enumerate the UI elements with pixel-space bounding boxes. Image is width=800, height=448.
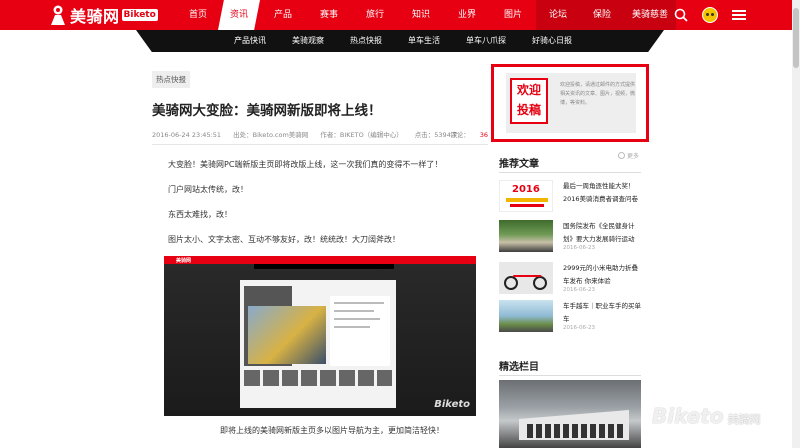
nav-item[interactable]: 首页 <box>178 0 218 30</box>
recommended-thumb[interactable]: 2016 <box>499 180 553 212</box>
image-header-bar: 美骑网 <box>164 256 476 264</box>
subnav-item[interactable]: 好骑心日报 <box>532 30 572 52</box>
recommended-title-text[interactable]: 最后一周角逐性能大奖！2016美骑消费者调查问卷 <box>563 180 641 206</box>
thumb-year: 2016 <box>512 184 540 195</box>
article-author: 作者：BIKETO（编辑中心） <box>320 131 403 139</box>
contribute-stamp: 欢迎 投稿 <box>510 78 548 124</box>
stamp-line2: 投稿 <box>516 103 541 117</box>
image-text-line <box>334 310 374 312</box>
comments-link[interactable]: 评论： 36 <box>450 129 488 139</box>
image-text-line <box>334 302 384 304</box>
article-meta: 2016-06-24 23:45:51 出处：Biketo.com美骑网 作者：… <box>152 129 488 139</box>
recommended-thumb[interactable] <box>499 220 553 252</box>
logo-name: 美骑网 <box>70 7 120 26</box>
top-actions <box>674 0 746 30</box>
image-watermark: Biketo <box>434 399 470 410</box>
recommended-item[interactable]: 2016 最后一周角逐性能大奖！2016美骑消费者调查问卷 <box>499 180 641 214</box>
recommended-title-text[interactable]: 车手越车｜职业车手的买单车 <box>563 300 641 326</box>
subnav-item[interactable]: 美骑观察 <box>292 30 324 52</box>
featured-image[interactable] <box>499 380 641 448</box>
image-hero-photo <box>248 306 326 364</box>
rider-logo-icon <box>48 4 68 26</box>
scrollbar[interactable] <box>792 0 800 448</box>
search-icon[interactable] <box>674 8 688 22</box>
image-subnav <box>254 264 394 269</box>
article-paragraph: 门户网站太传统，改！ <box>168 185 248 194</box>
section-divider <box>499 375 641 376</box>
comments-label: 评论： <box>450 131 470 139</box>
page-watermark: Biketo 美骑网 <box>652 404 761 428</box>
article-paragraph: 东西太难找，改！ <box>168 210 232 219</box>
recommended-title: 推荐文章 <box>499 159 539 170</box>
nav-item[interactable]: 美骑慈善 <box>624 0 676 30</box>
article-title: 美骑网大变脸：美骑网新版即将上线！ <box>152 103 382 119</box>
nav-item[interactable]: 旅行 <box>352 0 398 30</box>
contribute-text: 欢迎投稿，请通过邮件的方式提供相关资讯的文章、图片，视频，微博，等资料。 <box>560 82 636 106</box>
nav-item[interactable]: 保险 <box>580 0 624 30</box>
nav-item[interactable]: 资讯 <box>218 0 260 30</box>
image-side-panel <box>330 296 390 366</box>
scrollbar-thumb[interactable] <box>793 8 799 68</box>
more-label: 更多 <box>627 153 640 160</box>
watermark-text: Biketo <box>652 404 724 428</box>
stamp-line1: 欢迎 <box>516 83 541 97</box>
subnav-item[interactable]: 单车生活 <box>408 30 440 52</box>
recommended-date: 2016-06-23 <box>563 287 595 293</box>
top-navbar: 美骑网 Biketo 首页 资讯 产品 赛事 旅行 知识 业界 图片 论坛 保险 美骑慈善 <box>0 0 800 30</box>
recommended-thumb[interactable] <box>499 300 553 332</box>
recommended-thumb[interactable] <box>499 262 553 294</box>
title-divider <box>152 144 488 145</box>
watermark-cn: 美骑网 <box>727 413 761 426</box>
article-date: 2016-06-24 23:45:51 <box>152 131 222 139</box>
subnav-item[interactable]: 单车八爪探 <box>466 30 506 52</box>
image-text-line <box>334 326 370 328</box>
subnav-item[interactable]: 产品快讯 <box>234 30 266 52</box>
article-category-tag[interactable]: 热点快报 <box>152 71 190 88</box>
featured-windows <box>527 424 623 438</box>
recommended-item[interactable]: 国务院发布《全民健身计划》要大力发展骑行运动 2016-06-23 <box>499 220 641 254</box>
nav-item[interactable]: 产品 <box>260 0 306 30</box>
nav-item[interactable]: 赛事 <box>306 0 352 30</box>
sub-nav: 产品快讯 美骑观察 热点快报 单车生活 单车八爪探 好骑心日报 <box>234 30 598 52</box>
image-caption: 即将上线的美骑网新版主页多以图片导航为主，更加简洁轻快！ <box>220 426 444 435</box>
image-thumb-row <box>244 370 392 386</box>
subnav-item[interactable]: 热点快报 <box>350 30 382 52</box>
logo-badge: Biketo <box>121 9 158 21</box>
site-logo[interactable]: 美骑网 Biketo <box>48 3 158 27</box>
recommended-title-text[interactable]: 国务院发布《全民健身计划》要大力发展骑行运动 <box>563 220 641 246</box>
thumb-bar <box>510 204 544 207</box>
recommended-item[interactable]: 车手越车｜职业车手的买单车 2016-06-23 <box>499 300 641 334</box>
user-avatar[interactable] <box>702 7 718 23</box>
recommended-date: 2016-06-23 <box>563 245 595 251</box>
contribute-banner[interactable]: 欢迎 投稿 欢迎投稿，请通过邮件的方式提供相关资讯的文章、图片，视频，微博，等资… <box>491 64 649 142</box>
nav-item[interactable]: 论坛 <box>536 0 580 30</box>
image-text-line <box>334 318 380 320</box>
image-logo: 美骑网 <box>176 258 192 264</box>
article-source: 出处：Biketo.com美骑网 <box>233 131 309 139</box>
more-icon <box>618 152 625 159</box>
more-link[interactable]: 更多 <box>618 151 639 160</box>
menu-icon[interactable] <box>732 10 746 20</box>
section-divider <box>499 172 641 173</box>
article-paragraph: 图片太小、文字太密、互动不够友好，改！统统改！大刀阔斧改！ <box>168 235 400 244</box>
nav-item[interactable]: 知识 <box>398 0 444 30</box>
nav-item[interactable]: 图片 <box>490 0 536 30</box>
recommended-date: 2016-06-23 <box>563 325 595 331</box>
bike-frame <box>510 275 542 283</box>
article-paragraph: 大变脸！美骑网PC端新版主页即将改版上线，这一次我们真的变得不一样了！ <box>168 160 443 169</box>
recommended-item[interactable]: 2999元的小米电助力折叠车发布 你来体验 2016-06-23 <box>499 262 641 296</box>
main-nav: 首页 资讯 产品 赛事 旅行 知识 业界 图片 论坛 保险 美骑慈善 <box>178 0 676 30</box>
thumb-bar <box>506 198 548 202</box>
featured-title: 精选栏目 <box>499 362 539 373</box>
nav-item[interactable]: 业界 <box>444 0 490 30</box>
article-image[interactable]: 美骑网 Biketo <box>164 256 476 416</box>
recommended-title-text[interactable]: 2999元的小米电助力折叠车发布 你来体验 <box>563 262 641 288</box>
comments-count: 36 <box>479 131 488 139</box>
